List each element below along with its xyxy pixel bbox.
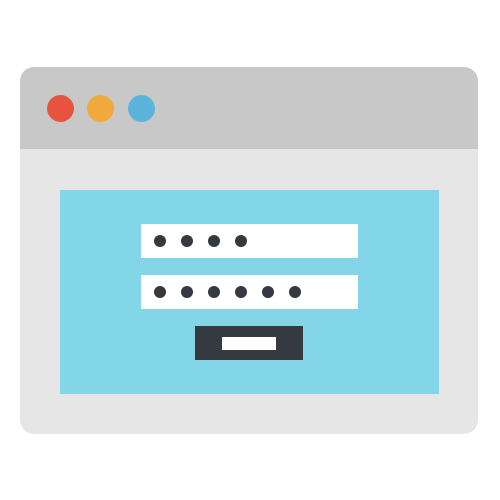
password-mask: [154, 286, 301, 298]
submit-button[interactable]: [195, 326, 303, 360]
password-field[interactable]: [141, 275, 358, 309]
masked-dot-icon: [235, 286, 247, 298]
masked-dot-icon: [208, 235, 220, 247]
masked-dot-icon: [235, 235, 247, 247]
username-field[interactable]: [141, 224, 358, 258]
login-panel: [60, 190, 439, 394]
masked-dot-icon: [208, 286, 220, 298]
masked-dot-icon: [289, 286, 301, 298]
title-bar: [20, 67, 478, 149]
browser-window: [20, 67, 478, 434]
username-mask: [154, 235, 247, 247]
masked-dot-icon: [262, 286, 274, 298]
masked-dot-icon: [154, 286, 166, 298]
masked-dot-icon: [154, 235, 166, 247]
masked-dot-icon: [181, 286, 193, 298]
masked-dot-icon: [181, 235, 193, 247]
close-dot-icon[interactable]: [47, 95, 74, 122]
maximize-dot-icon[interactable]: [128, 95, 155, 122]
minimize-dot-icon[interactable]: [87, 95, 114, 122]
blank-label-bar-icon: [222, 337, 276, 350]
